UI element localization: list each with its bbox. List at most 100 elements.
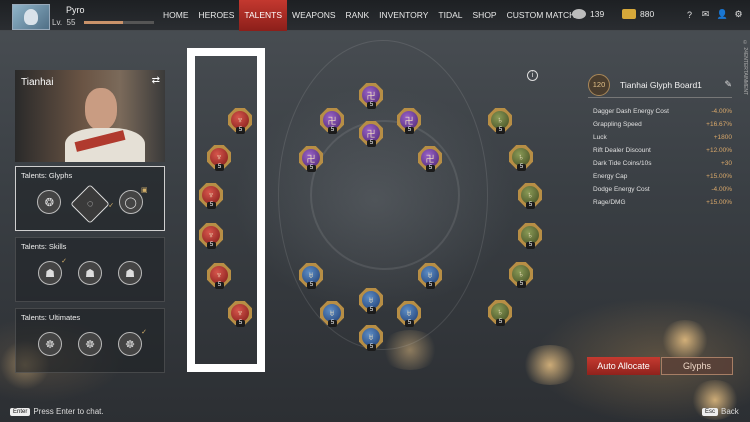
glyph-slot-1[interactable]: ❂ <box>37 190 62 214</box>
glyph-blue[interactable]: ♅ 5 <box>359 288 383 314</box>
glyphs-button[interactable]: Glyphs <box>661 357 733 375</box>
hero-portrait: Tianhai ⇄ <box>15 70 165 162</box>
glyph-purple[interactable]: 卍5 <box>397 108 421 134</box>
glyph-purple[interactable]: 卍5 <box>359 83 383 109</box>
stat-value: +1800 <box>713 134 732 141</box>
check-icon: ✓ <box>141 329 147 336</box>
tab-rank[interactable]: RANK <box>341 0 375 31</box>
glyph-blue[interactable]: ♅ 5 <box>397 301 421 327</box>
glyph-level: 5 <box>367 102 376 109</box>
talents-skills-box[interactable]: Talents: Skills ☗ ✓ ☗ ☗ <box>15 237 165 302</box>
glyph-purple[interactable]: 卍5 <box>359 121 383 147</box>
stat-value: +12.00% <box>706 147 732 154</box>
meditate-icon: ☸ <box>125 338 135 351</box>
talents-ultimates-box[interactable]: Talents: Ultimates ☸ ☸ ☸ ✓ <box>15 308 165 373</box>
ultimate-slot-1[interactable]: ☸ <box>38 332 62 356</box>
tab-talents[interactable]: TALENTS <box>239 0 288 31</box>
talents-glyphs-box[interactable]: Talents: Glyphs ❂ ◌ ✓ ◯ ▣ <box>15 166 165 231</box>
friends-icon[interactable]: 👤 <box>717 9 728 20</box>
avatar[interactable] <box>12 4 50 30</box>
skill-slot-3[interactable]: ☗ <box>118 261 142 285</box>
stat-label: Luck <box>593 134 607 141</box>
glyph-level: 5 <box>367 344 376 351</box>
glyph-level: 5 <box>307 165 316 172</box>
check-icon: ✓ <box>61 258 67 265</box>
stat-row: Rage/DMG +15.00% <box>588 196 732 209</box>
tab-weapons[interactable]: WEAPONS <box>287 0 340 31</box>
help-icon[interactable]: ? <box>684 9 695 20</box>
ultimate-slot-2[interactable]: ☸ <box>78 332 102 356</box>
coin-icon <box>572 9 586 19</box>
glyph-level: 5 <box>426 165 435 172</box>
glyph-blue[interactable]: ♅ 5 <box>299 263 323 289</box>
board-title: Tianhai Glyph Board1 <box>620 79 702 90</box>
ultimate-slot-3[interactable]: ☸ ✓ <box>118 329 147 356</box>
player-level: Lv. 55 <box>52 18 76 27</box>
glyph-blue[interactable]: ♅ 5 <box>418 263 442 289</box>
tab-custom-match[interactable]: CUSTOM MATCH <box>502 0 581 31</box>
back-button[interactable]: Esc Back <box>702 407 739 416</box>
glyph-blue[interactable]: ♅ 5 <box>320 301 344 327</box>
glyph-blue[interactable]: ♅ 5 <box>359 325 383 351</box>
glyph-purple[interactable]: 卍5 <box>299 146 323 172</box>
board-level-badge: 120 <box>588 73 610 96</box>
glyph-green[interactable]: ♄ 5 <box>518 223 542 249</box>
tab-home[interactable]: HOME <box>158 0 194 31</box>
stat-row: Dodge Energy Cost -4.00% <box>588 183 732 196</box>
glyph-slot-2[interactable]: ◌ ✓ <box>70 184 114 224</box>
gear-icon[interactable]: ⚙ <box>733 9 744 20</box>
auto-allocate-button[interactable]: Auto Allocate <box>587 357 660 375</box>
stat-label: Dark Tide Coins/10s <box>593 160 652 167</box>
hero-name: Tianhai <box>21 77 54 88</box>
top-bar: Pyro Lv. 55 HOME HEROES TALENTS WEAPONS RANK… <box>0 0 750 31</box>
gift-icon: ▣ <box>141 187 148 194</box>
glyph-level: 5 <box>367 140 376 147</box>
mail-icon[interactable]: ✉ <box>700 9 711 20</box>
back-label: Back <box>721 407 739 416</box>
skill-slot-1[interactable]: ☗ ✓ <box>38 258 67 285</box>
gold-bar-icon <box>622 9 636 19</box>
swap-icon[interactable]: ⇄ <box>152 75 160 86</box>
glyph-level: 5 <box>426 282 435 289</box>
chat-hint-text: Press Enter to chat. <box>33 407 104 416</box>
glyph-level: 5 <box>496 319 505 326</box>
stat-value: -4.00% <box>711 186 732 193</box>
glyph-green[interactable]: ♄ 5 <box>488 300 512 326</box>
stat-row: Dark Tide Coins/10s +30 <box>588 157 732 170</box>
glyph-green[interactable]: ♄ 5 <box>518 183 542 209</box>
lantern-glow <box>660 320 710 360</box>
stat-label: Energy Cap <box>593 173 628 180</box>
tab-tidal[interactable]: TIDAL <box>433 0 467 31</box>
stat-label: Dodge Energy Cost <box>593 186 650 193</box>
stats-list: Dagger Dash Energy Cost -4.00% Grappling S… <box>588 105 732 209</box>
info-icon[interactable]: i <box>527 70 538 81</box>
ring-icon: ◌ <box>86 197 94 210</box>
edit-icon[interactable]: ✎ <box>724 79 732 90</box>
tab-shop[interactable]: SHOP <box>468 0 502 31</box>
stat-value: -4.00% <box>711 108 732 115</box>
stat-label: Grappling Speed <box>593 121 642 128</box>
stat-label: Rage/DMG <box>593 199 626 206</box>
highlight-box <box>187 48 265 372</box>
player-name: Pyro <box>66 5 85 15</box>
tab-inventory[interactable]: INVENTORY <box>374 0 433 31</box>
talents-ultimates-title: Talents: Ultimates <box>21 313 81 322</box>
glyph-green[interactable]: ♄ 5 <box>509 262 533 288</box>
stat-label: Dagger Dash Energy Cost <box>593 108 669 115</box>
meditate-icon: ☸ <box>85 338 95 351</box>
glyph-green[interactable]: ♄ 5 <box>509 145 533 171</box>
talents-skills-title: Talents: Skills <box>21 242 67 251</box>
stat-row: Luck +1800 <box>588 131 732 144</box>
skill-slot-2[interactable]: ☗ <box>78 261 102 285</box>
glyph-purple[interactable]: 卍5 <box>418 146 442 172</box>
monk-icon: ☗ <box>125 267 135 280</box>
glyph-level: 5 <box>405 320 414 327</box>
glyph-purple[interactable]: 卍5 <box>320 108 344 134</box>
stat-row: Dagger Dash Energy Cost -4.00% <box>588 105 732 118</box>
main-nav: HOME HEROES TALENTS WEAPONS RANK INVENTORY TID… <box>158 0 580 31</box>
xp-bar <box>84 21 154 24</box>
glyph-slot-3[interactable]: ◯ ▣ <box>118 187 148 214</box>
glyph-green[interactable]: ♄ 5 <box>488 108 512 134</box>
tab-heroes[interactable]: HEROES <box>194 0 240 31</box>
chat-hint[interactable]: Enter Press Enter to chat. <box>10 407 104 416</box>
